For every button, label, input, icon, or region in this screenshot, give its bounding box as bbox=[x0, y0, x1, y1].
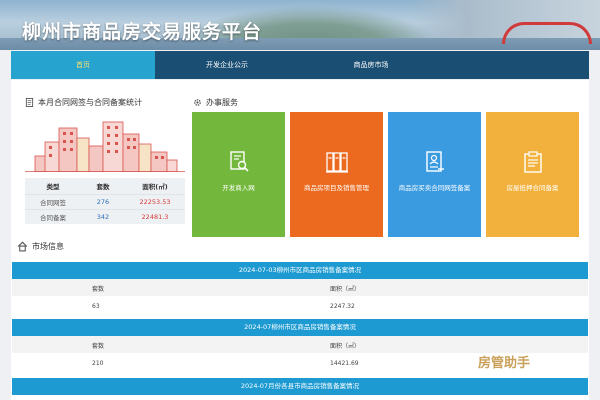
home-icon bbox=[17, 241, 28, 252]
tile-label: 房屋抵押合同备案 bbox=[506, 184, 559, 192]
market-label-row: 套数 面积（㎡） bbox=[12, 336, 588, 353]
area-value: 2247.32 bbox=[330, 303, 355, 310]
row-type: 合同网签 bbox=[25, 193, 81, 209]
market-value-row: 63 2247.32 bbox=[12, 296, 588, 316]
tile-label: 商品房买卖合同网签备案 bbox=[398, 184, 471, 192]
service-tile-project-sales-management[interactable]: 商品房项目及销售管理 bbox=[290, 112, 383, 237]
count-value: 63 bbox=[92, 303, 100, 310]
nav-item-developer-publicity[interactable]: 开发企业公示 bbox=[155, 51, 299, 79]
row-count: 342 bbox=[81, 208, 125, 224]
tile-label: 开发商入网 bbox=[222, 184, 255, 192]
table-row: 合同备案 342 22481.3 bbox=[25, 208, 185, 224]
document-icon bbox=[25, 98, 34, 107]
main-nav: 首页 开发企业公示 商品房市场 bbox=[11, 51, 589, 79]
gear-icon bbox=[194, 99, 201, 106]
tile-label: 商品房项目及销售管理 bbox=[304, 184, 369, 192]
stats-title-text: 本月合同网签与合同备案统计 bbox=[38, 98, 142, 107]
binders-icon bbox=[326, 152, 348, 173]
search-doc-icon bbox=[230, 151, 249, 172]
stats-table: 类型 套数 面积(㎡) 合同网签 276 22253.53 合同备案 342 2… bbox=[25, 178, 185, 224]
header-area: 面积(㎡) bbox=[142, 182, 168, 191]
nav-item-housing-market[interactable]: 商品房市场 bbox=[299, 51, 443, 79]
area-value: 14421.69 bbox=[330, 360, 359, 367]
app-watermark: 房管助手 bbox=[475, 353, 565, 375]
area-label: 面积（㎡） bbox=[330, 286, 361, 293]
nav-item-home[interactable]: 首页 bbox=[11, 51, 155, 79]
header-count: 套数 bbox=[96, 182, 110, 191]
service-tile-contract-online-filing[interactable]: 商品房买卖合同网签备案 bbox=[388, 112, 481, 237]
stats-section-title: 本月合同网签与合同备案统计 bbox=[25, 97, 142, 108]
market-block-counties: 2024-07月份各县市商品房销售备案情况 bbox=[12, 378, 588, 395]
market-title-text: 市场信息 bbox=[32, 242, 64, 251]
services-title-text: 办事服务 bbox=[206, 98, 238, 107]
services-section-title: 办事服务 bbox=[193, 97, 238, 108]
content-panel: 本月合同网签与合同备案统计 类型 套数 面积(㎡) 合同网签 276 22253… bbox=[11, 80, 589, 400]
table-row: 合同网签 276 22253.53 bbox=[25, 193, 185, 209]
buildings-illustration bbox=[25, 116, 185, 172]
market-heading[interactable]: 2024-07-03柳州市区商品房销售备案情况 bbox=[12, 262, 588, 279]
area-label: 面积（㎡） bbox=[330, 343, 361, 350]
id-card-icon bbox=[426, 151, 444, 172]
service-tile-developer-registration[interactable]: 开发商入网 bbox=[192, 112, 285, 237]
clipboard-icon bbox=[524, 151, 542, 173]
count-label: 套数 bbox=[92, 343, 105, 350]
stats-table-header: 类型 套数 面积(㎡) bbox=[25, 178, 185, 194]
row-type: 合同备案 bbox=[25, 208, 81, 224]
count-value: 210 bbox=[92, 360, 104, 367]
market-label-row: 套数 面积（㎡） bbox=[12, 279, 588, 296]
row-area: 22253.53 bbox=[125, 193, 185, 209]
market-heading[interactable]: 2024-07月份各县市商品房销售备案情况 bbox=[12, 378, 588, 395]
market-block-daily: 2024-07-03柳州市区商品房销售备案情况 套数 面积（㎡） 63 2247… bbox=[12, 262, 588, 316]
site-title: 柳州市商品房交易服务平台 bbox=[22, 21, 263, 43]
watermark-text: 房管助手 bbox=[478, 356, 531, 371]
service-tile-mortgage-contract-filing[interactable]: 房屋抵押合同备案 bbox=[486, 112, 579, 237]
count-label: 套数 bbox=[92, 286, 105, 293]
market-section-title: 市场信息 bbox=[17, 241, 64, 252]
header-banner: 柳州市商品房交易服务平台 bbox=[0, 0, 600, 50]
row-area: 22481.3 bbox=[125, 208, 185, 224]
banner-bridge bbox=[502, 22, 592, 44]
market-heading[interactable]: 2024-07柳州市区商品房销售备案情况 bbox=[12, 319, 588, 336]
header-type: 类型 bbox=[46, 182, 60, 191]
row-count: 276 bbox=[81, 193, 125, 209]
